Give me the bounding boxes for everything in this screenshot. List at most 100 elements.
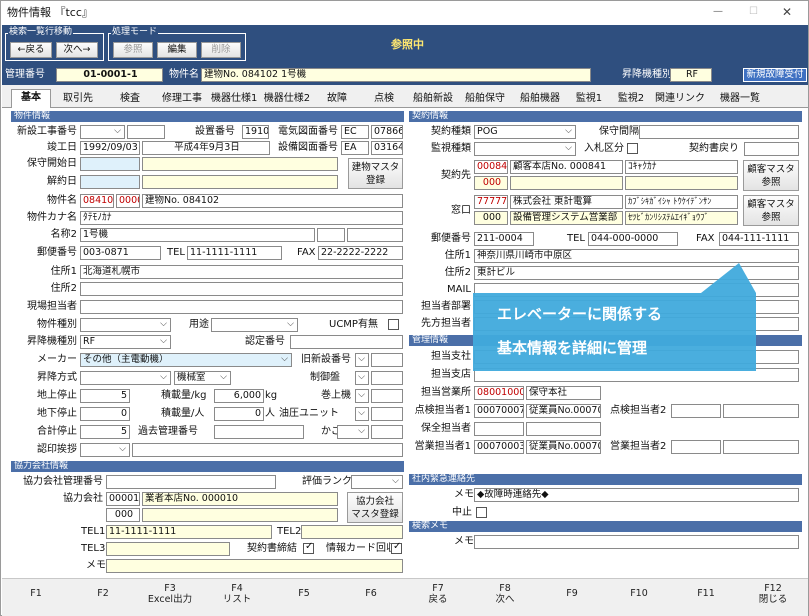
above-field[interactable]: 5	[80, 389, 130, 403]
tel2-field[interactable]	[301, 525, 403, 539]
property-code2[interactable]: 0000	[116, 194, 140, 208]
cancel-date-era[interactable]	[142, 175, 338, 189]
cage-select[interactable]	[337, 425, 369, 439]
bid-checkbox[interactable]	[627, 143, 638, 154]
stop-checkbox[interactable]	[476, 507, 487, 518]
cage-field[interactable]	[371, 425, 403, 439]
control-select[interactable]	[355, 371, 369, 385]
load-p-field[interactable]: 0	[214, 407, 264, 421]
client-kana[interactable]: ｺｷｬｸｶﾅ	[625, 160, 738, 174]
tab-6[interactable]: 故障	[317, 91, 357, 107]
interval-field[interactable]	[639, 125, 799, 139]
fkey-f8[interactable]: F8 次へ	[471, 583, 539, 605]
client-master-button[interactable]: 顧客マスタ 参照	[743, 160, 799, 191]
office-code[interactable]: 08001000	[474, 386, 524, 400]
equip-drawing-a[interactable]: EA	[341, 141, 369, 155]
contract-type-select[interactable]: POG	[474, 125, 576, 139]
property-name-field[interactable]: 建物No. 084102	[142, 194, 403, 208]
name-field[interactable]: 建物No. 084102 1号機	[201, 68, 591, 82]
total-field[interactable]: 5	[80, 425, 130, 439]
partner-company-branch-name[interactable]	[142, 508, 338, 522]
window-code[interactable]: 777777	[474, 195, 508, 209]
oil-field[interactable]	[371, 407, 403, 421]
sales2-code[interactable]	[671, 440, 721, 454]
partner-memo-field[interactable]	[106, 559, 403, 573]
window-kana[interactable]: ｶﾌﾞｼｷｶﾞｲｼｬ ﾄｳｹｲﾃﾞﾝｻﾝ	[625, 195, 738, 209]
tab-7[interactable]: 点検	[362, 91, 406, 107]
fkey-f3[interactable]: F3 Excel出力	[136, 583, 204, 605]
old-install-select[interactable]	[355, 353, 369, 367]
partner-master-button[interactable]: 協力会社 マスタ登録	[347, 492, 403, 523]
fkey-f11[interactable]: F11	[672, 583, 740, 599]
tel3-field[interactable]	[106, 542, 230, 556]
fkey-f4[interactable]: F4 リスト	[203, 583, 271, 605]
type-select[interactable]	[80, 318, 171, 332]
c-addr1-field[interactable]: 神奈川県川崎市中原区	[474, 249, 799, 263]
edit-button[interactable]: 編集	[157, 42, 197, 58]
contract-doc-field[interactable]	[744, 142, 799, 156]
window-master-button[interactable]: 顧客マスタ 参照	[743, 195, 799, 226]
install-no-field[interactable]: 1910	[242, 125, 269, 139]
window-dept-kana[interactable]: ｾﾂﾋﾞｶﾝﾘｼｽﾃﾑｴｲｷﾞｮｳﾌﾞ	[625, 211, 738, 225]
client-code[interactable]: 000841	[474, 160, 508, 174]
insp2-name[interactable]	[723, 404, 799, 418]
winch-field[interactable]	[371, 389, 403, 403]
completion-date-field[interactable]: 1992/09/03	[80, 141, 140, 155]
rank-select[interactable]	[351, 475, 403, 489]
sales1-code[interactable]: 000700039	[474, 440, 524, 454]
method-select[interactable]	[80, 371, 171, 385]
client-branch-kana[interactable]	[625, 176, 738, 190]
search-memo-field[interactable]	[474, 535, 799, 549]
c-tel-field[interactable]: 044-000-0000	[588, 232, 678, 246]
office-name[interactable]: 保守本社	[526, 386, 601, 400]
fkey-f9[interactable]: F9	[538, 583, 606, 599]
winch-select[interactable]	[355, 389, 369, 403]
tab-11[interactable]: 監視1	[571, 91, 607, 107]
partner-company-name[interactable]: 業者本店No. 000010	[142, 492, 338, 506]
equip-drawing-b[interactable]: 03164	[371, 141, 403, 155]
past-mgmt-field[interactable]	[214, 425, 304, 439]
tab-1[interactable]: 取引先	[55, 91, 101, 107]
fkey-f5[interactable]: F5	[270, 583, 338, 599]
oil-select[interactable]	[355, 407, 369, 421]
ref-button[interactable]: 参照	[113, 42, 153, 58]
fkey-f6[interactable]: F6	[337, 583, 405, 599]
tab-8[interactable]: 船舶新設	[411, 91, 455, 107]
cert-no-field[interactable]	[290, 335, 403, 349]
window-name[interactable]: 株式会社 東計電算	[510, 195, 623, 209]
new-construction-field[interactable]	[127, 125, 165, 139]
addr2-field[interactable]	[80, 282, 403, 296]
insp1-name[interactable]: 従業員No.0007000	[526, 404, 601, 418]
fkey-f10[interactable]: F10	[605, 583, 673, 599]
site-manager-field[interactable]	[80, 300, 403, 314]
load-kg-field[interactable]: 6,000	[214, 389, 264, 403]
tab-0[interactable]: 基本	[11, 89, 51, 108]
control-field[interactable]	[371, 371, 403, 385]
delete-button[interactable]: 削除	[201, 42, 241, 58]
window-branch[interactable]: 000	[474, 211, 508, 225]
name2-extra2[interactable]	[347, 228, 403, 242]
greeting-select[interactable]	[80, 443, 130, 457]
partner-company-branch[interactable]: 000	[106, 508, 140, 522]
maint-name[interactable]	[526, 422, 601, 436]
tab-9[interactable]: 船舶保守	[461, 91, 509, 107]
addr1-field[interactable]: 北海道札幌市	[80, 265, 403, 279]
tel1-field[interactable]: 11-1111-1111	[106, 525, 272, 539]
fkey-f2[interactable]: F2	[69, 583, 137, 599]
c-fax-field[interactable]: 044-111-1111	[719, 232, 799, 246]
kana-field[interactable]: ﾀﾃﾓﾉｶﾅ	[80, 211, 403, 225]
back-button[interactable]: ←戻る	[10, 42, 52, 58]
maximize-icon[interactable]: ☐	[749, 5, 758, 19]
minimize-icon[interactable]: —	[713, 5, 723, 19]
mgmt-no-field[interactable]: 01-0001-1	[56, 68, 163, 82]
client-name[interactable]: 顧客本店No. 000841	[510, 160, 623, 174]
tel-field[interactable]: 11-1111-1111	[187, 246, 282, 260]
sales1-name[interactable]: 従業員No.0007000	[526, 440, 601, 454]
window-dept[interactable]: 設備管理システム営業部	[510, 211, 623, 225]
elec-drawing-a[interactable]: EC	[341, 125, 369, 139]
insp2-code[interactable]	[671, 404, 721, 418]
signed-checkbox[interactable]	[303, 541, 314, 554]
fkey-f12[interactable]: F12 閉じる	[739, 583, 807, 605]
monitor-select[interactable]	[474, 142, 576, 156]
maint-start-era[interactable]	[142, 157, 338, 171]
